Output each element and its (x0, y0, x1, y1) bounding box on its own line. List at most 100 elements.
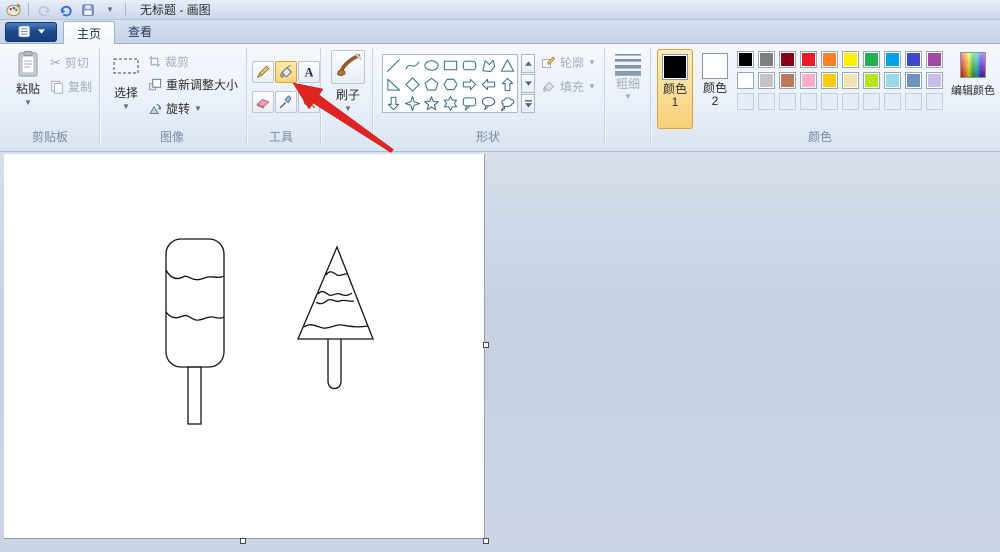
color2-swatch (702, 53, 728, 79)
palette-swatch[interactable] (779, 72, 796, 89)
save-icon[interactable] (79, 2, 97, 18)
group-divider (650, 48, 651, 146)
qat-customize-dropdown-icon[interactable]: ▼ (101, 2, 119, 18)
palette-swatch[interactable] (758, 51, 775, 68)
palette-swatch[interactable] (926, 51, 943, 68)
outline-dropdown-icon[interactable]: ▼ (588, 58, 596, 67)
eraser-tool-button[interactable] (252, 91, 274, 113)
shape-fill-button[interactable]: 填充 ▼ (541, 78, 596, 95)
drawing-canvas[interactable] (4, 154, 485, 539)
palette-swatch[interactable] (863, 51, 880, 68)
fill-bucket-tool-button[interactable] (275, 61, 297, 83)
application-menu-button[interactable] (5, 21, 57, 42)
brushes-dropdown-icon[interactable]: ▼ (344, 105, 352, 113)
palette-swatch[interactable] (821, 51, 838, 68)
shape-arrow-left-icon[interactable] (479, 75, 498, 94)
palette-empty-slot (863, 93, 880, 110)
workspace (0, 152, 1000, 551)
shapes-scroll-up-icon[interactable] (521, 54, 535, 73)
palette-empty-slot (779, 93, 796, 110)
shape-triangle-icon[interactable] (498, 56, 517, 75)
shapes-scroll-down-icon[interactable] (521, 74, 535, 93)
color-picker-tool-button[interactable] (275, 91, 297, 113)
paste-icon (18, 51, 38, 77)
color-picker-icon (279, 95, 292, 109)
palette-swatch[interactable] (800, 51, 817, 68)
palette-swatch[interactable] (884, 51, 901, 68)
shape-callout-rounded-icon[interactable] (460, 94, 479, 113)
resize-icon (148, 78, 162, 90)
rotate-button[interactable]: 旋转 ▼ (148, 100, 202, 117)
group-divider (604, 48, 605, 146)
shapes-more-icon[interactable] (521, 94, 535, 113)
shapes-group-label: 形状 (475, 130, 500, 144)
select-dropdown-icon[interactable]: ▼ (122, 103, 130, 111)
text-tool-button[interactable]: A (298, 61, 320, 83)
shape-rectangle-icon[interactable] (441, 56, 460, 75)
paste-dropdown-icon[interactable]: ▼ (24, 99, 32, 107)
canvas-resize-handle-corner[interactable] (483, 538, 489, 544)
rotate-dropdown-icon[interactable]: ▼ (194, 104, 202, 113)
undo-icon[interactable] (57, 2, 75, 18)
brushes-button[interactable]: 刷子 ▼ (326, 50, 370, 136)
text-icon: A (305, 65, 314, 79)
palette-swatch[interactable] (842, 51, 859, 68)
tools-row-2 (252, 91, 320, 113)
shape-curve-icon[interactable] (403, 56, 422, 75)
palette-empty-slot (926, 93, 943, 110)
tab-view[interactable]: 查看 (115, 20, 165, 43)
paint-logo-icon[interactable] (4, 2, 22, 18)
shape-pentagon-icon[interactable] (422, 75, 441, 94)
palette-swatch[interactable] (905, 51, 922, 68)
palette-swatch[interactable] (926, 72, 943, 89)
shape-polygon-icon[interactable] (479, 56, 498, 75)
shape-ellipse-icon[interactable] (422, 56, 441, 75)
tab-home[interactable]: 主页 (63, 21, 116, 44)
shape-callout-cloud-icon[interactable] (498, 94, 517, 113)
canvas-resize-handle-right[interactable] (483, 342, 489, 348)
select-button[interactable]: 选择 ▼ (106, 50, 146, 130)
shape-right-triangle-icon[interactable] (384, 75, 403, 94)
palette-swatch[interactable] (821, 72, 838, 89)
palette-swatch[interactable] (842, 72, 859, 89)
shape-star-5-icon[interactable] (422, 94, 441, 113)
palette-swatch[interactable] (737, 72, 754, 89)
shape-rounded-rectangle-icon[interactable] (460, 56, 479, 75)
palette-swatch[interactable] (758, 72, 775, 89)
palette-swatch[interactable] (779, 51, 796, 68)
shape-arrow-right-icon[interactable] (460, 75, 479, 94)
palette-swatch[interactable] (800, 72, 817, 89)
shape-arrow-down-icon[interactable] (384, 94, 403, 113)
paste-button[interactable]: 粘贴 ▼ (8, 50, 48, 130)
shape-arrow-up-icon[interactable] (498, 75, 517, 94)
shape-hexagon-icon[interactable] (441, 75, 460, 94)
magnifier-tool-button[interactable] (298, 91, 320, 113)
size-button: 粗细 ▼ (609, 52, 647, 132)
edit-colors-button[interactable]: 编辑颜色 (950, 52, 996, 128)
clipboard-group-label: 剪贴板 (31, 130, 68, 144)
shape-line-icon[interactable] (384, 56, 403, 75)
canvas-resize-handle-bottom[interactable] (240, 538, 246, 544)
pencil-tool-button[interactable] (252, 61, 274, 83)
edit-colors-icon (960, 52, 986, 78)
color1-button[interactable]: 颜色 1 (657, 49, 693, 129)
palette-swatch[interactable] (884, 72, 901, 89)
shape-star-6-icon[interactable] (441, 94, 460, 113)
cut-icon: ✂ (50, 54, 61, 70)
resize-button[interactable]: 重新调整大小 (148, 76, 238, 93)
shape-outline-button[interactable]: 轮廓 ▼ (541, 54, 596, 71)
palette-swatch[interactable] (737, 51, 754, 68)
palette-swatch[interactable] (863, 72, 880, 89)
shape-diamond-icon[interactable] (403, 75, 422, 94)
palette-swatch[interactable] (905, 72, 922, 89)
palette-empty-slot (758, 93, 775, 110)
svg-text:A: A (305, 65, 314, 79)
color2-button[interactable]: 颜色 2 (697, 49, 733, 129)
magnifier-icon (303, 96, 316, 109)
ribbon-tab-row: 主页 查看 (0, 20, 1000, 44)
tree-popsicle-outline (297, 245, 374, 390)
shape-star-4-icon[interactable] (403, 94, 422, 113)
fill-dropdown-icon[interactable]: ▼ (588, 82, 596, 91)
shape-callout-oval-icon[interactable] (479, 94, 498, 113)
popsicle-outline (165, 238, 225, 425)
